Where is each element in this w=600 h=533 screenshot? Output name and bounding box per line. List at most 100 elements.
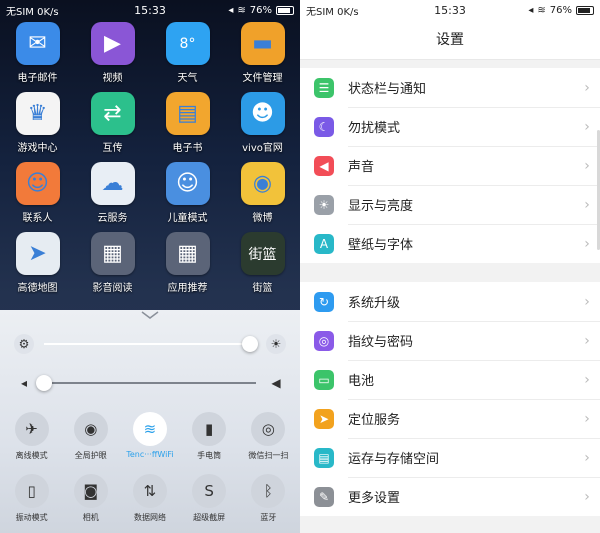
settings-item-moon[interactable]: ☾ 勿扰模式 ›: [300, 107, 600, 146]
app-label: 互传: [102, 143, 123, 154]
screenshot-icon[interactable]: S: [192, 474, 227, 508]
app-play[interactable]: ▶ 视频: [75, 22, 150, 84]
app-folder[interactable]: ▬ 文件管理: [225, 22, 300, 84]
toggle-airplane[interactable]: ✈ 离线模式: [3, 412, 61, 461]
app-label: 街篮: [252, 283, 273, 294]
statusbar-icon: ☰: [314, 77, 334, 98]
settings-item-brightness[interactable]: ☀ 显示与亮度 ›: [300, 185, 600, 224]
toggle-vibrate[interactable]: ▯ 振动模式: [3, 474, 61, 523]
brightness-knob[interactable]: [241, 336, 258, 352]
brightness-slider[interactable]: ⚙ ☀: [14, 332, 286, 356]
toggle-wifi[interactable]: ≋ Tenc···ffWiFi: [121, 412, 179, 461]
volume-track[interactable]: [36, 375, 256, 391]
app-transfer[interactable]: ⇄ 互传: [75, 92, 150, 154]
data-network-icon[interactable]: ⇅: [132, 474, 167, 508]
mail-icon[interactable]: ✉: [15, 22, 60, 65]
settings-item-system-upgrade[interactable]: ↻ 系统升级 ›: [300, 282, 600, 321]
weather-icon[interactable]: 8°: [165, 22, 210, 65]
settings-item-label: 显示与亮度: [348, 199, 414, 214]
settings-item-fingerprint[interactable]: ◎ 指纹与密码 ›: [300, 321, 600, 360]
toggle-flashlight[interactable]: ▮ 手电筒: [180, 412, 238, 461]
wechat-scan-icon[interactable]: ◎: [251, 412, 286, 446]
camera-icon[interactable]: ◙: [73, 474, 108, 508]
fingerprint-icon: ◎: [314, 330, 334, 351]
settings-item-statusbar[interactable]: ☰ 状态栏与通知 ›: [300, 68, 600, 107]
gear-icon[interactable]: ⚙: [14, 334, 34, 354]
transfer-icon[interactable]: ⇄: [90, 92, 135, 135]
wifi-status-icon: ≋: [237, 4, 246, 16]
app-label: 游戏中心: [17, 143, 58, 154]
app-mail[interactable]: ✉ 电子邮件: [0, 22, 75, 84]
toggle-camera[interactable]: ◙ 相机: [62, 474, 120, 523]
app-weather[interactable]: 8° 天气: [150, 22, 225, 84]
settings-item-location[interactable]: ➤ 定位服务 ›: [300, 399, 600, 438]
airplane-icon[interactable]: ✈: [14, 412, 49, 446]
kid-face-icon[interactable]: ☺: [165, 162, 210, 205]
left-phone-screen: 无SIM 0K/s 15:33 ◂ ≋ 76% ✉ 电子邮件 ▶ 视频 8° 天气 ▬ 文件管…: [0, 0, 300, 533]
bluetooth-icon[interactable]: ᛒ: [251, 474, 286, 508]
toggle-label: 微信扫一扫: [248, 451, 289, 460]
play-icon[interactable]: ▶: [90, 22, 135, 65]
folder-icon[interactable]: ▬: [240, 22, 285, 65]
app-label: 联系人: [22, 213, 53, 224]
battery-icon: [576, 5, 594, 15]
settings-item-battery[interactable]: ▭ 电池 ›: [300, 360, 600, 399]
volume-knob[interactable]: [36, 375, 52, 391]
app-label: 视频: [102, 73, 123, 84]
toggle-label: 离线模式: [15, 451, 48, 460]
battery-percent: 76%: [549, 4, 572, 16]
app-vivo-mascot[interactable]: ☻ vivo官网: [225, 92, 300, 154]
cloud-icon[interactable]: ☁: [90, 162, 135, 205]
app-label: 影音阅读: [92, 283, 133, 294]
map-arrow-icon[interactable]: ➤: [15, 232, 60, 275]
volume-slider[interactable]: ◂ ◀: [14, 371, 286, 395]
app-folder-media[interactable]: ▦ 影音阅读: [75, 232, 150, 294]
wrench-icon: ✎: [314, 486, 334, 507]
chevron-right-icon: ›: [584, 488, 590, 505]
chevron-right-icon: ›: [584, 371, 590, 388]
toggle-bluetooth[interactable]: ᛒ 蓝牙: [239, 474, 297, 523]
toggle-wechat-scan[interactable]: ◎ 微信扫一扫: [239, 412, 297, 461]
app-label: 高德地图: [17, 283, 58, 294]
settings-item-font[interactable]: A 壁纸与字体 ›: [300, 224, 600, 263]
toggle-data-network[interactable]: ⇅ 数据网络: [121, 474, 179, 523]
app-game-crown[interactable]: ♛ 游戏中心: [0, 92, 75, 154]
settings-item-storage[interactable]: ▤ 运存与存储空间 ›: [300, 438, 600, 477]
quick-toggles-row-1: ✈ 离线模式 ◉ 全局护眼 ≋ Tenc···ffWiFi ▮ 手电筒 ◎ 微信扫一扫: [0, 412, 300, 461]
game-crown-icon[interactable]: ♛: [15, 92, 60, 135]
status-bar: 无SIM 0K/s 15:33 ◂ ≋ 76%: [300, 0, 600, 20]
wifi-status-icon: ≋: [537, 4, 546, 16]
weibo-icon[interactable]: ◉: [240, 162, 285, 205]
toggle-eye[interactable]: ◉ 全局护眼: [62, 412, 120, 461]
settings-item-label: 更多设置: [348, 491, 401, 506]
settings-item-speaker[interactable]: ◀ 声音 ›: [300, 146, 600, 185]
app-contacts[interactable]: ☺ 联系人: [0, 162, 75, 224]
eye-icon[interactable]: ◉: [73, 412, 108, 446]
app-kid-face[interactable]: ☺ 儿童模式: [150, 162, 225, 224]
folder-media-icon[interactable]: ▦: [90, 232, 135, 275]
volume-high-icon: ◀: [271, 376, 281, 390]
auto-brightness-icon[interactable]: ☀: [266, 334, 286, 354]
folder-apps-icon[interactable]: ▦: [165, 232, 210, 275]
app-label: 儿童模式: [167, 213, 208, 224]
contacts-icon[interactable]: ☺: [15, 162, 60, 205]
wifi-icon[interactable]: ≋: [132, 412, 167, 446]
settings-item-wrench[interactable]: ✎ 更多设置 ›: [300, 477, 600, 516]
street-basketball-icon[interactable]: 街篮: [240, 232, 285, 275]
vivo-mascot-icon[interactable]: ☻: [240, 92, 285, 135]
app-street-basketball[interactable]: 街篮 街篮: [225, 232, 300, 294]
book-icon[interactable]: ▤: [165, 92, 210, 135]
app-folder-apps[interactable]: ▦ 应用推荐: [150, 232, 225, 294]
app-label: 天气: [177, 73, 198, 84]
chevron-down-icon[interactable]: [140, 310, 160, 320]
toggle-screenshot[interactable]: S 超级截屏: [180, 474, 238, 523]
brightness-icon: ☀: [314, 194, 334, 215]
app-weibo[interactable]: ◉ 微博: [225, 162, 300, 224]
vibrate-icon[interactable]: ▯: [14, 474, 49, 508]
flashlight-icon[interactable]: ▮: [192, 412, 227, 446]
app-map-arrow[interactable]: ➤ 高德地图: [0, 232, 75, 294]
brightness-track[interactable]: [44, 336, 258, 352]
app-book[interactable]: ▤ 电子书: [150, 92, 225, 154]
battery-icon: ▭: [314, 369, 334, 390]
app-cloud[interactable]: ☁ 云服务: [75, 162, 150, 224]
